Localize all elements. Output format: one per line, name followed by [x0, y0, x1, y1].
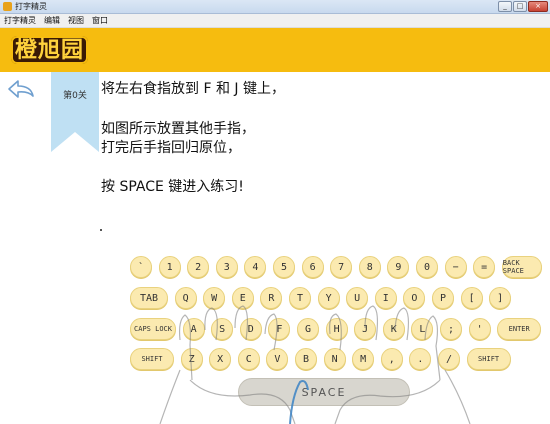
instruction-line-3: 打完后手指回归原位， [101, 140, 241, 156]
key-c44[interactable]: , [380, 348, 403, 370]
key-l[interactable]: L [411, 318, 434, 340]
key-c46[interactable]: . [409, 348, 432, 370]
key-j[interactable]: J [354, 318, 377, 340]
key-4[interactable]: 4 [244, 256, 267, 278]
key-z[interactable]: Z [180, 348, 203, 370]
key-2[interactable]: 2 [187, 256, 210, 278]
key-c59[interactable]: ; [440, 318, 462, 340]
key-shift[interactable]: SHIFT [466, 348, 511, 370]
key-u[interactable]: U [346, 287, 369, 309]
key-k[interactable]: K [382, 318, 405, 340]
separator-dot [100, 229, 102, 231]
key-w[interactable]: W [203, 287, 226, 309]
key-x[interactable]: X [209, 348, 232, 370]
key-shift[interactable]: SHIFT [130, 348, 174, 370]
key-t[interactable]: T [289, 287, 311, 309]
key-space[interactable]: SPACE [238, 378, 410, 406]
key-c96[interactable]: ` [130, 256, 152, 278]
window-controls: _ □ × [498, 1, 548, 13]
minimize-button[interactable]: _ [498, 1, 512, 12]
logo: 橙旭园 [11, 36, 89, 64]
key-6[interactable]: 6 [301, 256, 324, 278]
level-ribbon [51, 72, 99, 152]
key-c39[interactable]: ' [468, 318, 491, 340]
key-o[interactable]: O [403, 287, 426, 309]
key-c61[interactable]: = [473, 256, 496, 278]
window-title: 打字精灵 [15, 2, 47, 11]
level-label: 第0关 [63, 91, 87, 101]
key-d[interactable]: D [239, 318, 262, 340]
key-c8722[interactable]: − [444, 256, 467, 278]
key-m[interactable]: M [352, 348, 375, 370]
instruction-line-2: 如图所示放置其他手指， [101, 121, 255, 137]
key-g[interactable]: G [297, 318, 319, 340]
key-8[interactable]: 8 [358, 256, 381, 278]
key-c47[interactable]: / [438, 348, 460, 370]
menu-item-edit[interactable]: 编辑 [44, 15, 60, 27]
key-s[interactable]: S [211, 318, 234, 340]
instruction-line-1: 将左右食指放到 F 和 J 键上， [101, 81, 285, 97]
app-icon [3, 2, 12, 11]
key-v[interactable]: V [266, 348, 289, 370]
key-q[interactable]: Q [174, 287, 197, 309]
key-y[interactable]: Y [317, 287, 340, 309]
menu-item-app[interactable]: 打字精灵 [4, 15, 36, 27]
key-h[interactable]: H [325, 318, 348, 340]
key-c[interactable]: C [237, 348, 260, 370]
app-header: 橙旭园 [0, 28, 550, 72]
close-button[interactable]: × [528, 1, 548, 12]
menu-bar: 打字精灵 编辑 视图 窗口 [0, 14, 550, 28]
back-arrow-icon[interactable] [6, 78, 36, 100]
key-p[interactable]: P [432, 287, 454, 309]
key-9[interactable]: 9 [387, 256, 410, 278]
key-tab[interactable]: TAB [130, 287, 168, 309]
key-back-space[interactable]: BACK SPACE [501, 256, 542, 278]
key-3[interactable]: 3 [215, 256, 238, 278]
key-f[interactable]: F [268, 318, 291, 340]
key-n[interactable]: N [323, 348, 346, 370]
key-b[interactable]: B [295, 348, 317, 370]
key-0[interactable]: 0 [416, 256, 438, 278]
key-a[interactable]: A [182, 318, 205, 340]
title-bar: 打字精灵 _ □ × [0, 0, 550, 14]
key-enter[interactable]: ENTER [497, 318, 542, 340]
maximize-button[interactable]: □ [513, 1, 527, 12]
key-c93[interactable]: ] [489, 287, 512, 309]
key-1[interactable]: 1 [158, 256, 181, 278]
key-7[interactable]: 7 [330, 256, 353, 278]
menu-item-window[interactable]: 窗口 [92, 15, 108, 27]
key-e[interactable]: E [231, 287, 254, 309]
instruction-line-4: 按 SPACE 键进入练习! [101, 179, 244, 195]
key-r[interactable]: R [260, 287, 283, 309]
key-caps-lock[interactable]: CAPS LOCK [130, 318, 176, 340]
menu-item-view[interactable]: 视图 [68, 15, 84, 27]
key-i[interactable]: I [374, 287, 397, 309]
key-c91[interactable]: [ [460, 287, 483, 309]
key-5[interactable]: 5 [273, 256, 295, 278]
